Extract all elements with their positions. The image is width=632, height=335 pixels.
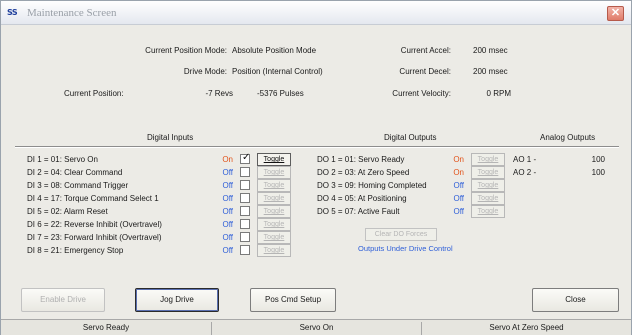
window-title: Maintenance Screen <box>27 7 117 19</box>
enable-drive-button[interactable]: Enable Drive <box>21 288 105 312</box>
di-state: Off <box>222 168 233 177</box>
di-toggle-button[interactable]: Toggle <box>257 231 291 244</box>
di-state: Off <box>222 194 233 203</box>
clear-do-forces-button[interactable]: Clear DO Forces <box>365 228 437 241</box>
status-servo-ready: Servo Ready <box>82 323 130 332</box>
do-label: DO 5 = 07: Active Fault <box>317 207 400 216</box>
do-label: DO 3 = 09: Homing Completed <box>317 181 427 190</box>
position-revs: -7 Revs <box>205 89 233 98</box>
do-state: On <box>453 168 464 177</box>
do-toggle-button[interactable]: Toggle <box>471 166 505 179</box>
accel-label: Current Accel: <box>400 46 451 55</box>
di-toggle-button[interactable]: Toggle <box>257 179 291 192</box>
di-toggle-button[interactable]: Toggle <box>257 205 291 218</box>
do-toggle-button[interactable]: Toggle <box>471 179 505 192</box>
di-label: DI 8 = 21: Emergency Stop <box>27 246 124 255</box>
close-window-button[interactable]: ✕ <box>607 6 624 21</box>
accel-value: 200 msec <box>473 46 508 55</box>
check-mark-icon: ✓ <box>242 152 251 163</box>
di-label: DI 5 = 02: Alarm Reset <box>27 207 108 216</box>
di-checkbox[interactable] <box>240 193 250 203</box>
do-label: DO 4 = 05: At Positioning <box>317 194 407 203</box>
di-state: Off <box>222 220 233 229</box>
di-label: DI 2 = 04: Clear Command <box>27 168 123 177</box>
di-toggle-button[interactable]: Toggle <box>257 153 291 166</box>
status-servo-zero-speed: Servo At Zero Speed <box>421 322 631 335</box>
di-label: DI 3 = 08: Command Trigger <box>27 181 129 190</box>
di-state: Off <box>222 246 233 255</box>
ao1-label: AO 1 - <box>513 155 537 164</box>
di-checkbox[interactable] <box>240 206 250 216</box>
velocity-value: 0 RPM <box>486 89 511 98</box>
maintenance-window: SS Maintenance Screen ✕ Current Position… <box>0 0 632 335</box>
close-button[interactable]: Close <box>532 288 619 312</box>
di-toggle-button[interactable]: Toggle <box>257 166 291 179</box>
do-label: DO 1 = 01: Servo Ready <box>317 155 405 164</box>
di-checkbox[interactable]: ✓ <box>240 152 251 164</box>
drive-mode-label: Drive Mode: <box>183 67 227 76</box>
position-mode-value: Absolute Position Mode <box>232 46 317 55</box>
di-label: DI 1 = 01: Servo On <box>27 155 98 164</box>
di-state: On <box>222 155 233 164</box>
di-checkbox[interactable] <box>240 232 250 242</box>
current-position-label: Current Position: <box>64 89 124 98</box>
analog-outputs-header: Analog Outputs <box>540 133 596 142</box>
di-checkbox[interactable] <box>240 219 250 229</box>
outputs-under-drive-control-note: Outputs Under Drive Control <box>358 244 453 253</box>
di-state: Off <box>222 233 233 242</box>
ao1-value: 100 <box>591 155 605 164</box>
position-pulses: -5376 Pulses <box>257 89 304 98</box>
do-toggle-button[interactable]: Toggle <box>471 153 505 166</box>
di-checkbox[interactable] <box>240 245 250 255</box>
do-toggle-button[interactable]: Toggle <box>471 205 505 218</box>
status-bar: Servo Ready Servo On Servo At Zero Speed <box>1 319 631 335</box>
decel-value: 200 msec <box>473 67 508 76</box>
do-label: DO 2 = 03: At Zero Speed <box>317 168 410 177</box>
do-state: Off <box>453 207 464 216</box>
di-toggle-button[interactable]: Toggle <box>257 192 291 205</box>
do-toggle-button[interactable]: Toggle <box>471 192 505 205</box>
do-state: Off <box>453 181 464 190</box>
status-servo-on: Servo On <box>211 322 421 335</box>
do-state: On <box>453 155 464 164</box>
digital-inputs-header: Digital Inputs <box>147 133 194 142</box>
title-bar: SS Maintenance Screen ✕ <box>1 1 631 25</box>
di-state: Off <box>222 207 233 216</box>
di-toggle-button[interactable]: Toggle <box>257 218 291 231</box>
jog-drive-button[interactable]: Jog Drive <box>135 288 219 312</box>
decel-label: Current Decel: <box>399 67 451 76</box>
pos-cmd-setup-button[interactable]: Pos Cmd Setup <box>250 288 336 312</box>
app-icon: SS <box>7 8 18 17</box>
di-label: DI 6 = 22: Reverse Inhibit (Overtravel) <box>27 220 162 229</box>
do-state: Off <box>453 194 464 203</box>
ao2-value: 100 <box>591 168 605 177</box>
di-label: DI 7 = 23: Forward Inhibit (Overtravel) <box>27 233 162 242</box>
section-divider <box>15 146 619 148</box>
di-checkbox[interactable] <box>240 167 250 177</box>
di-checkbox[interactable] <box>240 180 250 190</box>
velocity-label: Current Velocity: <box>392 89 451 98</box>
digital-outputs-header: Digital Outputs <box>384 133 437 142</box>
di-state: Off <box>222 181 233 190</box>
ao2-label: AO 2 - <box>513 168 537 177</box>
drive-mode-value: Position (Internal Control) <box>232 67 323 76</box>
di-toggle-button[interactable]: Toggle <box>257 244 291 257</box>
position-mode-label: Current Position Mode: <box>145 46 227 55</box>
di-label: DI 4 = 17: Torque Command Select 1 <box>27 194 159 203</box>
